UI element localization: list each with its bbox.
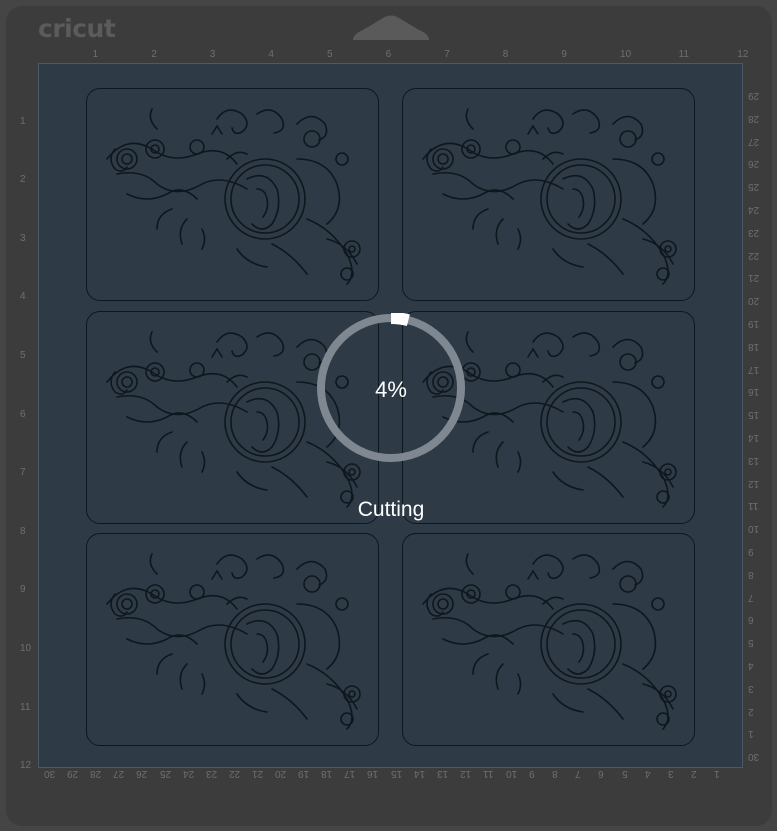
- ruler-bottom-label: 21: [251, 768, 264, 779]
- ruler-bottom-label: 3: [667, 768, 674, 779]
- ruler-right-label: 15: [748, 409, 760, 421]
- ruler-right-label: 21: [748, 272, 760, 284]
- ruler-bottom-label: 26: [136, 768, 148, 779]
- ruler-left-label: 3: [20, 232, 26, 244]
- ruler-left-label: 8: [20, 525, 26, 537]
- ruler-right-label: 25: [748, 181, 760, 193]
- ruler-top-label: 11: [678, 49, 689, 60]
- ruler-top-label: 10: [620, 49, 632, 60]
- ruler-left-label: 2: [20, 174, 26, 186]
- ruler-bottom-label: 8: [552, 768, 558, 779]
- ruler-right-label: 27: [748, 135, 760, 147]
- ruler-right-label: 16: [748, 386, 760, 398]
- ruler-right-label: 17: [748, 363, 760, 375]
- flourish-ornament-icon: [422, 108, 677, 285]
- ruler-right-label: 8: [748, 568, 754, 580]
- ruler-right-label: 5: [748, 637, 754, 649]
- ruler-right-label: 20: [748, 295, 760, 307]
- ruler-left-label: 9: [20, 584, 26, 596]
- ruler-left-label: 6: [20, 408, 26, 420]
- cutting-status: Cutting: [357, 498, 425, 521]
- ruler-right-label: 4: [748, 660, 754, 671]
- ruler-bottom-label: 25: [159, 768, 171, 779]
- ruler-right-label: 11: [748, 500, 759, 512]
- ruler-right-label: 13: [748, 454, 760, 466]
- ruler-top-label: 5: [327, 49, 333, 60]
- ruler-bottom-label: 29: [67, 768, 79, 779]
- ruler-right-label: 10: [748, 523, 760, 535]
- ruler-bottom-label: 6: [598, 768, 604, 779]
- ruler-right-label: 18: [748, 340, 760, 352]
- mat-tab-handle: [353, 15, 429, 40]
- ruler-bottom-label: 27: [113, 768, 125, 779]
- ruler-bottom-label: 1: [713, 768, 720, 779]
- ruler-bottom-label: 14: [413, 768, 425, 779]
- ruler-top-label: 2: [151, 49, 157, 60]
- ruler-bottom-label: 18: [321, 768, 333, 779]
- ruler-bottom-label: 12: [459, 768, 471, 779]
- mat-item-card: [402, 533, 695, 746]
- ruler-bottom-label: 13: [436, 768, 448, 779]
- ruler-bottom-label: 5: [621, 768, 628, 779]
- flourish-ornament-icon: [422, 553, 677, 730]
- ruler-right-label: 23: [748, 226, 760, 238]
- ruler-right-label: 19: [748, 318, 760, 329]
- flourish-ornament-icon: [106, 553, 361, 730]
- ruler-left-label: 11: [20, 701, 31, 713]
- ruler-left-label: 10: [20, 643, 32, 654]
- cricut-logo: cricut: [38, 14, 116, 43]
- ruler-right-label: 14: [748, 432, 760, 443]
- ruler-bottom-label: 9: [529, 768, 535, 779]
- ruler-right-label: 2: [748, 705, 754, 717]
- ruler-right-label: 29: [748, 90, 760, 101]
- ruler-left-label: 7: [20, 467, 26, 479]
- progress-percent: 4%: [375, 377, 407, 402]
- ruler-top-label: 9: [561, 49, 567, 60]
- ruler-left-label: 12: [20, 760, 32, 772]
- ruler-left-label: 5: [20, 350, 26, 361]
- ruler-left-label: 4: [20, 291, 26, 303]
- ruler-bottom-label: 20: [275, 768, 287, 779]
- ruler-right-label: 3: [748, 682, 754, 694]
- ruler-bottom-label: 11: [482, 768, 494, 779]
- ruler-right-label: 7: [748, 591, 754, 603]
- ruler-top-label: 1: [92, 49, 99, 60]
- ruler-left-label: 1: [20, 115, 26, 127]
- ruler-right-label: 22: [748, 249, 760, 261]
- ruler-bottom-label: 16: [367, 768, 379, 779]
- ruler-top-label: 12: [737, 49, 749, 60]
- ruler-right-label: 28: [748, 112, 760, 124]
- ruler-bottom-label: 10: [506, 768, 518, 779]
- ruler-right-label: 26: [748, 158, 760, 170]
- ruler-bottom-label: 15: [390, 768, 402, 779]
- ruler-right-label: 30: [748, 751, 760, 763]
- ruler-bottom-label: 24: [182, 768, 194, 779]
- ruler-bottom-label: 4: [644, 768, 651, 779]
- ruler-top-label: 4: [268, 49, 274, 60]
- ruler-bottom-label: 30: [44, 768, 56, 779]
- mat-item-card: [402, 88, 695, 301]
- ruler-bottom-label: 23: [205, 768, 217, 779]
- ruler-right-label: 24: [748, 204, 760, 215]
- ruler-bottom-label: 28: [90, 768, 102, 779]
- ruler-top-label: 7: [444, 49, 450, 60]
- ruler-right-label: 1: [748, 728, 754, 740]
- mat-item-card: [86, 88, 379, 301]
- flourish-ornament-icon: [106, 108, 361, 285]
- ruler-right-label: 9: [748, 546, 754, 557]
- ruler-right-label: 6: [748, 614, 754, 626]
- ruler-bottom-label: 17: [344, 768, 356, 779]
- ruler-top-label: 8: [502, 49, 509, 60]
- ruler-bottom-label: 2: [690, 768, 697, 779]
- ruler-bottom-label: 19: [298, 768, 310, 779]
- ruler-bottom-label: 22: [228, 768, 240, 779]
- ruler-top-label: 6: [385, 49, 392, 60]
- ruler-bottom-label: 7: [575, 768, 581, 779]
- ruler-right-label: 12: [748, 477, 760, 489]
- ruler-top-label: 3: [209, 49, 216, 60]
- mat-item-card: [86, 533, 379, 746]
